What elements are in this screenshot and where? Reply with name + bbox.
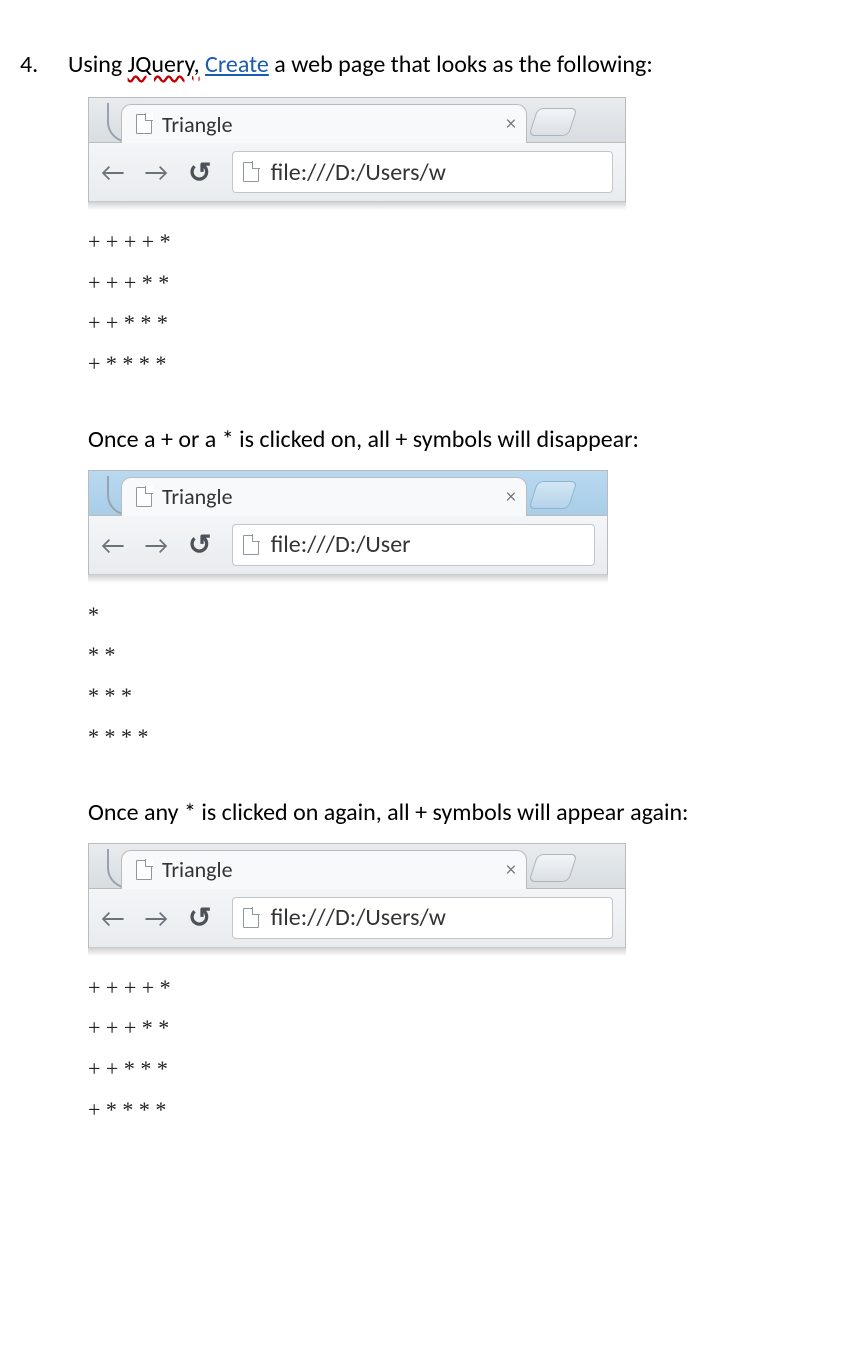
- reload-button[interactable]: ↻: [188, 155, 211, 190]
- text-jquery: JQuery,: [128, 50, 200, 79]
- page-icon: [136, 114, 152, 134]
- page-icon: [243, 535, 259, 555]
- caption-1: Once a + or a * is clicked on, all + sym…: [88, 425, 822, 454]
- forward-button[interactable]: →: [145, 902, 169, 934]
- question-line: 4. Using JQuery, Create a web page that …: [20, 50, 822, 79]
- close-tab-icon[interactable]: ×: [506, 860, 516, 880]
- url-text: file:///D:/User: [271, 530, 411, 559]
- tab-strip: Triangle ×: [89, 98, 625, 143]
- text-lead: Using: [68, 50, 128, 79]
- address-bar[interactable]: file:///D:/User: [232, 524, 595, 566]
- tab-title: Triangle: [162, 856, 496, 883]
- reload-button[interactable]: ↻: [188, 900, 211, 935]
- browser-screenshot-3: Triangle × ← → ↻ file:///D:/Users/w: [88, 843, 626, 956]
- reload-button[interactable]: ↻: [188, 527, 211, 562]
- browser-toolbar: ← → ↻ file:///D:/Users/w: [89, 889, 625, 948]
- browser-toolbar: ← → ↻ file:///D:/Users/w: [89, 143, 625, 202]
- page-icon: [136, 487, 152, 507]
- url-text: file:///D:/Users/w: [271, 903, 446, 932]
- browser-toolbar: ← → ↻ file:///D:/User: [89, 516, 607, 575]
- address-bar[interactable]: file:///D:/Users/w: [232, 151, 613, 193]
- page-icon: [136, 860, 152, 880]
- browser-tab[interactable]: Triangle ×: [121, 104, 527, 143]
- text-tail: a web page that looks as the following:: [269, 50, 653, 79]
- pattern-output-3: + + + + * + + + * * + + * * * + * * * *: [88, 968, 822, 1131]
- url-text: file:///D:/Users/w: [271, 158, 446, 187]
- pattern-output-1: + + + + * + + + * * + + * * * + * * * *: [88, 222, 822, 385]
- browser-tab[interactable]: Triangle ×: [121, 850, 527, 889]
- toolbar-shadow: [88, 202, 626, 210]
- tab-strip: Triangle ×: [89, 844, 625, 889]
- toolbar-shadow: [88, 575, 608, 583]
- toolbar-shadow: [88, 948, 626, 956]
- browser-screenshot-2: Triangle × ← → ↻ file:///D:/User: [88, 470, 608, 583]
- tab-title: Triangle: [162, 483, 496, 510]
- close-tab-icon[interactable]: ×: [506, 487, 516, 507]
- tab-title: Triangle: [162, 111, 496, 138]
- back-button[interactable]: ←: [101, 156, 125, 188]
- question-text: Using JQuery, Create a web page that loo…: [68, 50, 822, 79]
- new-tab-button[interactable]: [528, 108, 577, 136]
- page-icon: [243, 908, 259, 928]
- close-tab-icon[interactable]: ×: [506, 114, 516, 134]
- page-icon: [243, 162, 259, 182]
- address-bar[interactable]: file:///D:/Users/w: [232, 897, 613, 939]
- new-tab-button[interactable]: [528, 854, 577, 882]
- back-button[interactable]: ←: [101, 529, 125, 561]
- new-tab-button[interactable]: [528, 481, 577, 509]
- question-number: 4.: [20, 50, 68, 79]
- forward-button[interactable]: →: [145, 529, 169, 561]
- pattern-output-2: * * * * * * * * * *: [88, 595, 822, 758]
- browser-screenshot-1: Triangle × ← → ↻ file:///D:/Users/w: [88, 97, 626, 210]
- browser-tab[interactable]: Triangle ×: [121, 477, 527, 516]
- back-button[interactable]: ←: [101, 902, 125, 934]
- tab-strip: Triangle ×: [89, 471, 607, 516]
- text-create: Create: [205, 50, 269, 79]
- forward-button[interactable]: →: [145, 156, 169, 188]
- caption-2: Once any * is clicked on again, all + sy…: [88, 798, 822, 827]
